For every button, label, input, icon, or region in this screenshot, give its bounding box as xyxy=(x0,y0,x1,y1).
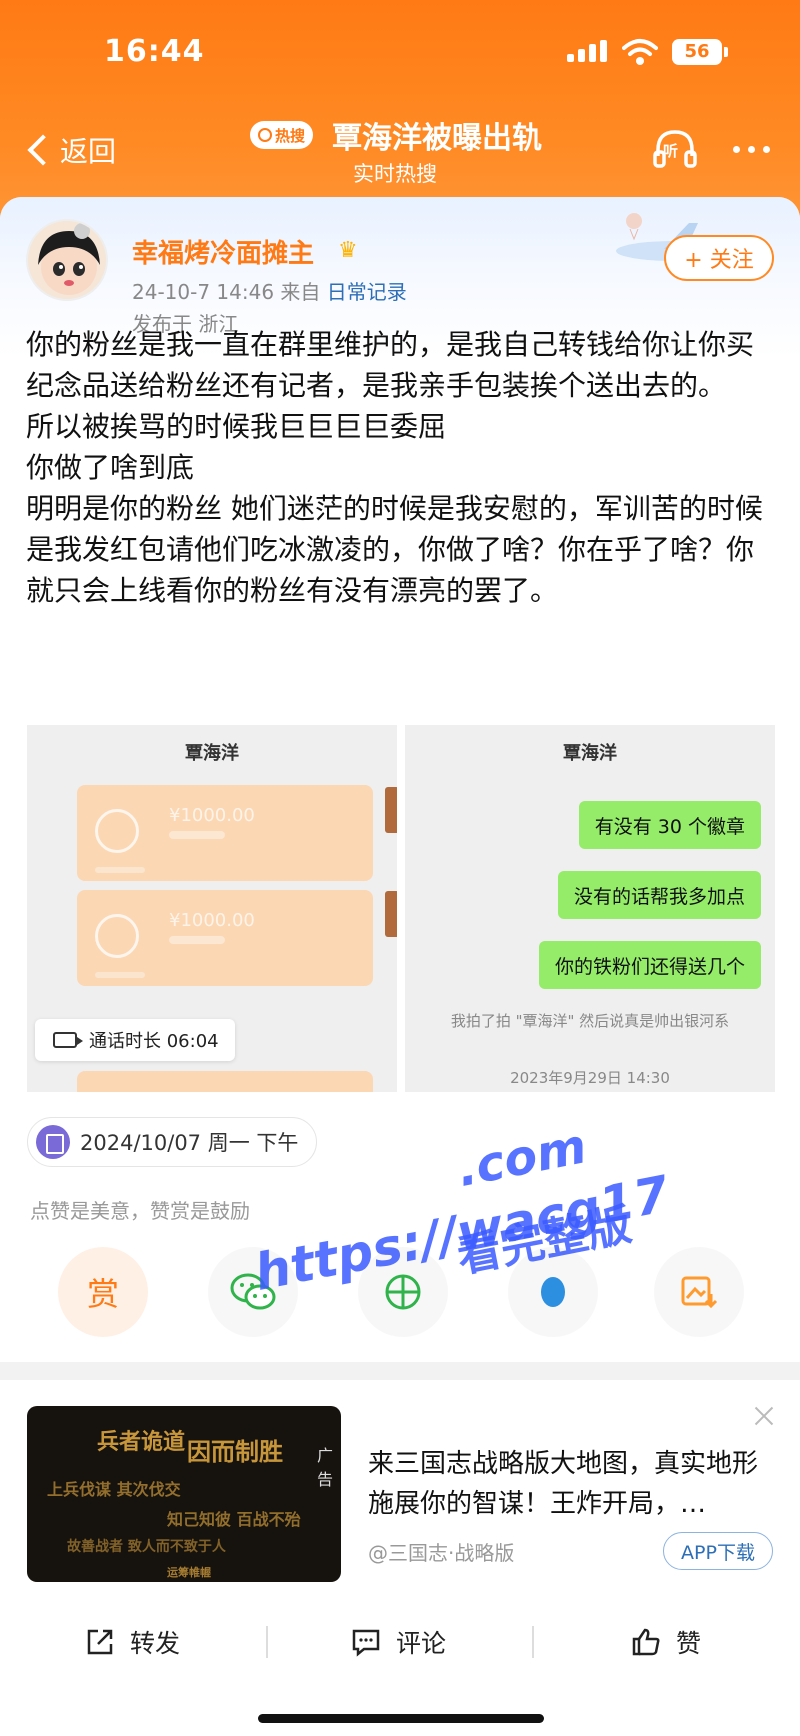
battery-indicator: 56 xyxy=(672,39,722,65)
notebook-icon xyxy=(36,1125,70,1159)
battery-tip xyxy=(724,47,728,57)
thumbs-up-icon xyxy=(632,1628,660,1656)
post-paragraph: 所以被挨骂的时候我巨巨巨巨委屈 xyxy=(26,410,447,443)
hot-search-badge: 热搜 xyxy=(250,121,314,149)
call-duration: 通话时长 06:04 xyxy=(89,1031,219,1052)
reward-button[interactable]: 赏 xyxy=(58,1247,148,1337)
comment-button[interactable]: 评论 xyxy=(350,1622,446,1662)
wifi-icon xyxy=(622,39,658,65)
chat-bubble: 有没有 30 个徽章 xyxy=(578,801,761,849)
repost-label: 转发 xyxy=(130,1629,181,1658)
date-tag-label: 2024/10/07 周一 下午 xyxy=(80,1131,299,1155)
moments-icon xyxy=(385,1274,421,1310)
check-icon xyxy=(95,914,139,958)
signal-icon xyxy=(567,40,609,62)
payment-amount: ¥1000.00 xyxy=(169,910,255,931)
more-button[interactable] xyxy=(733,146,770,153)
save-image-icon xyxy=(681,1276,718,1309)
home-indicator[interactable] xyxy=(258,1714,544,1723)
payment-card: ¥1000.00 xyxy=(77,890,373,986)
comment-label: 评论 xyxy=(396,1629,447,1658)
chat-bubble: 没有的话帮我多加点 xyxy=(557,871,761,919)
chat-avatar xyxy=(385,787,397,833)
post-paragraph: 你的粉丝是我一直在群里维护的，是我自己转钱给你让你买纪念品送给粉丝还有记者，是我… xyxy=(26,328,755,402)
chat-title: 覃海洋 xyxy=(563,743,617,764)
back-label: 返回 xyxy=(60,135,117,168)
search-icon xyxy=(258,128,272,142)
close-icon[interactable] xyxy=(752,1404,776,1428)
ad-card[interactable]: 兵者诡道 因而制胜 上兵伐谋 其次伐交 知己知彼 百战不殆 故善战者 致人而不致… xyxy=(0,1380,800,1592)
username[interactable]: 幸福烤冷面摊主 xyxy=(132,233,314,270)
call-duration-chip: 通话时长 06:04 xyxy=(35,1019,235,1061)
reward-label: 赏 xyxy=(86,1275,119,1313)
post-card: 幸福烤冷面摊主 ♛ 24-10-7 14:46 来自 日常记录 发布于 浙江 +… xyxy=(0,197,800,1362)
post-timestamp: 24-10-7 14:46 xyxy=(132,280,275,304)
bottom-action-bar: 转发 评论 赞 xyxy=(0,1592,800,1736)
post-meta: 24-10-7 14:46 来自 日常记录 xyxy=(132,276,407,305)
like-label: 赞 xyxy=(676,1629,702,1658)
hot-badge-label: 热搜 xyxy=(275,126,306,145)
post-image-chat[interactable]: 覃海洋 有没有 30 个徽章 没有的话帮我多加点 你的铁粉们还得送几个 我拍了拍… xyxy=(405,725,775,1092)
crown-icon: ♛ xyxy=(338,238,358,263)
status-time: 16:44 xyxy=(104,34,205,69)
app-download-button[interactable]: APP下载 xyxy=(663,1532,773,1570)
back-button[interactable]: 返回 xyxy=(22,128,116,172)
ad-source: @三国志·战略版 xyxy=(368,1541,515,1565)
post-paragraph: 明明是你的粉丝 她们迷茫的时候是我安慰的，军训苦的时候是我发红包请他们吃冰激凌的… xyxy=(26,492,763,607)
chat-bubble: 你的铁粉们还得送几个 xyxy=(538,941,761,989)
ad-image[interactable]: 兵者诡道 因而制胜 上兵伐谋 其次伐交 知己知彼 百战不殆 故善战者 致人而不致… xyxy=(27,1406,341,1582)
repost-button[interactable]: 转发 xyxy=(84,1622,180,1662)
page-subtitle: 实时热搜 xyxy=(353,162,437,186)
payment-card: ¥1000.00 xyxy=(77,785,373,881)
pat-notice: 我拍了拍 "覃海洋" 然后说真是帅出银河系 xyxy=(450,1012,730,1030)
encourage-text: 点赞是美意，赞赏是鼓励 xyxy=(30,1199,250,1223)
payment-amount: ¥1000.00 xyxy=(169,805,255,826)
share-icon xyxy=(87,1629,113,1655)
chat-date: 2023年9月29日 14:30 xyxy=(510,1069,670,1087)
date-tag[interactable]: 2024/10/07 周一 下午 xyxy=(27,1117,318,1167)
video-call-icon xyxy=(53,1032,83,1048)
save-image-button[interactable] xyxy=(654,1247,744,1337)
like-button[interactable]: 赞 xyxy=(630,1622,701,1662)
post-image-payments[interactable]: 覃海洋 ¥1000.00 ¥1000.00 通话时长 06:04 xyxy=(27,725,397,1092)
page-title: 覃海洋被曝出轨 xyxy=(332,121,542,156)
chat-avatar xyxy=(385,891,397,937)
post-source-link[interactable]: 日常记录 xyxy=(327,280,407,304)
ad-tag: 广告 xyxy=(317,1446,334,1489)
comment-icon xyxy=(352,1629,380,1657)
post-body: 你的粉丝是我一直在群里维护的，是我自己转钱给你让你买纪念品送给粉丝还有记者，是我… xyxy=(26,324,776,611)
post-paragraph: 你做了啥到底 xyxy=(26,451,195,484)
check-icon xyxy=(95,809,139,853)
payment-card-partial xyxy=(77,1071,373,1092)
chevron-left-icon xyxy=(27,134,59,166)
chat-title: 覃海洋 xyxy=(185,743,239,764)
follow-button[interactable]: + 关注 xyxy=(664,235,774,281)
avatar[interactable] xyxy=(26,219,108,301)
source-prefix: 来自 xyxy=(280,280,321,304)
qq-icon xyxy=(541,1277,565,1307)
listen-label: 听 xyxy=(663,142,679,160)
ad-text[interactable]: 来三国志战略版大地图，真实地形施展你的智谋！王炸开局，… xyxy=(368,1444,768,1524)
